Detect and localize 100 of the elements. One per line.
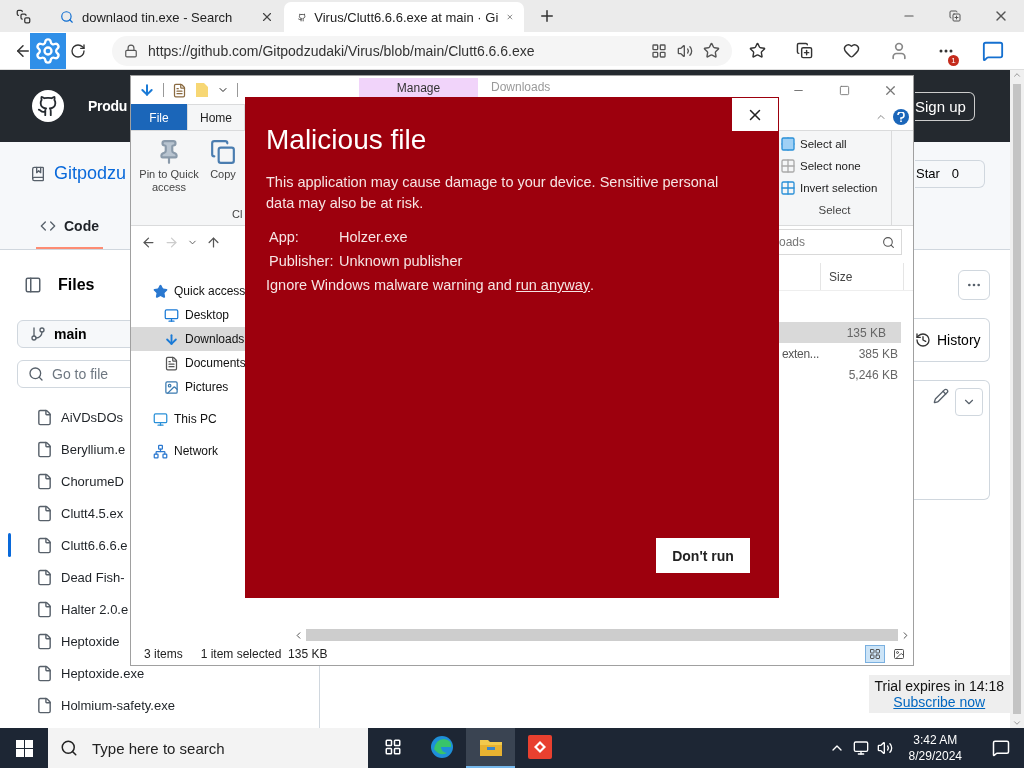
repo-icon — [30, 165, 46, 182]
new-tab-icon[interactable] — [538, 7, 556, 25]
field-label: Publisher: — [269, 253, 335, 269]
ribbon-tab[interactable]: Home — [187, 104, 245, 130]
file-icon — [36, 440, 53, 458]
network-status-icon[interactable] — [852, 740, 869, 756]
windows-logo-icon — [15, 739, 33, 757]
app-icon[interactable] — [527, 735, 552, 759]
size-cell-text: 135 KB — [845, 324, 887, 342]
heart-icon[interactable] — [843, 42, 860, 59]
star-button[interactable]: Star 0 — [915, 159, 985, 188]
select-none-icon — [780, 158, 796, 174]
properties-icon[interactable] — [172, 82, 187, 98]
lock-icon — [124, 43, 138, 58]
browser-tab[interactable]: downlaod tin.exe - Search — [46, 2, 284, 32]
field-value: Holzer.exe — [339, 229, 408, 245]
logo-icon[interactable] — [32, 90, 64, 122]
split-screen-icon[interactable] — [651, 42, 667, 59]
volume-icon[interactable] — [876, 740, 893, 756]
group-label: Cl — [231, 207, 243, 222]
search-icon — [60, 10, 74, 24]
favorite-icon[interactable] — [703, 42, 720, 59]
repo-tab[interactable]: Code — [36, 205, 103, 249]
dont-run-button[interactable]: Don't run — [656, 538, 750, 573]
search-icon — [28, 366, 44, 382]
field-label: App: — [269, 229, 300, 245]
desktop-icon — [164, 307, 179, 323]
repo-link[interactable]: Gitpodzu — [54, 163, 127, 184]
file-link[interactable]: Clutt6.6.6.e — [61, 537, 128, 553]
restore-icon[interactable] — [949, 10, 961, 22]
favorites-icon[interactable] — [749, 42, 766, 59]
download-icon[interactable] — [139, 82, 155, 98]
details-view-button[interactable] — [865, 645, 885, 663]
document-icon — [164, 355, 179, 371]
ribbon-button[interactable]: Invert selection — [778, 177, 891, 199]
file-link[interactable]: Halter 2.0.e — [61, 601, 129, 617]
file-link[interactable]: Heptoxide.exe — [61, 665, 145, 681]
file-link[interactable]: Dead Fish- — [61, 569, 125, 585]
tab-actions-icon[interactable] — [15, 8, 31, 24]
sign-up-button[interactable]: Sign up — [915, 91, 975, 121]
search-icon — [60, 739, 78, 757]
read-aloud-icon[interactable] — [677, 42, 693, 59]
taskbar-search-field[interactable]: Type here to search — [48, 728, 368, 768]
chat-icon[interactable] — [981, 39, 1004, 62]
code-icon — [40, 218, 56, 234]
folder-icon[interactable] — [478, 737, 503, 757]
address-field[interactable]: https://github.com/Gitpodzudaki/Virus/blob/main/Clutt6.6.6.exe — [112, 35, 732, 66]
browser-icon[interactable] — [429, 735, 454, 759]
file-link[interactable]: Heptoxide — [61, 633, 120, 649]
close-button[interactable] — [732, 98, 778, 131]
nav-item[interactable]: Network — [131, 439, 291, 463]
up-icon[interactable] — [206, 234, 221, 250]
run-anyway-link[interactable]: run anyway — [515, 277, 590, 293]
panel-icon[interactable] — [24, 276, 42, 294]
task-view-icon[interactable] — [383, 738, 402, 756]
search-icon — [882, 235, 895, 249]
context-tab[interactable]: Manage — [359, 78, 478, 98]
file-icon — [36, 504, 53, 522]
maximize-icon[interactable] — [838, 84, 850, 96]
tab-title: downlaod tin.exe - Search — [82, 9, 234, 25]
field-value: Unknown publisher — [339, 253, 463, 269]
ribbon-button[interactable]: Pin to Quick access — [137, 139, 201, 203]
ribbon-tab[interactable]: File — [131, 104, 187, 130]
star-icon — [153, 283, 168, 299]
files-title: Files — [58, 276, 95, 294]
help-button[interactable] — [893, 109, 909, 125]
ribbon-button[interactable]: Select none — [778, 155, 891, 177]
clock[interactable]: 3:42 AM 8/29/2024 — [900, 732, 970, 764]
nav-item[interactable]: Desktop — [131, 303, 291, 327]
picture-icon — [164, 379, 179, 395]
size-cell-text: 5,246 KB — [847, 366, 899, 384]
close-icon[interactable] — [260, 10, 274, 24]
ribbon-button[interactable]: Select all — [778, 133, 891, 155]
computer-icon — [153, 411, 168, 427]
download-icon — [164, 331, 179, 347]
nav-item[interactable]: Pictures — [131, 375, 291, 399]
edit-icon[interactable] — [933, 388, 949, 404]
refresh-icon[interactable] — [70, 42, 86, 59]
subscribe-link[interactable]: Subscribe now — [893, 694, 986, 710]
file-link[interactable]: AiVDsDOs — [61, 409, 124, 425]
tab-title: Virus/Clutt6.6.6.exe at main · Gi — [314, 9, 499, 25]
file-link[interactable]: ChorumeD — [61, 473, 124, 489]
nav-link[interactable]: Produ — [88, 98, 127, 114]
ribbon-button[interactable]: Copy — [205, 139, 241, 203]
nav-item[interactable]: This PC — [131, 407, 291, 431]
file-link[interactable]: Beryllium.e — [61, 441, 126, 457]
file-link[interactable]: Clutt4.5.ex — [61, 505, 124, 521]
file-icon — [36, 632, 53, 650]
collections-icon[interactable] — [796, 42, 813, 59]
back-icon[interactable] — [141, 234, 156, 250]
notifications-icon[interactable] — [992, 739, 1010, 757]
trial-text: Trial expires in 14:18 — [874, 678, 1004, 694]
column-header[interactable]: Size — [820, 263, 904, 290]
file-link[interactable]: Holmium-safety.exe — [61, 697, 175, 713]
file-icon — [36, 696, 53, 714]
file-icon — [36, 536, 53, 554]
browser-tab[interactable]: Virus/Clutt6.6.6.exe at main · Gi — [284, 2, 524, 32]
type-cell-text: exten... — [781, 345, 820, 363]
nav-item[interactable]: Documents — [131, 351, 291, 375]
override-text: Ignore Windows malware warning and run anyway. — [266, 276, 595, 295]
